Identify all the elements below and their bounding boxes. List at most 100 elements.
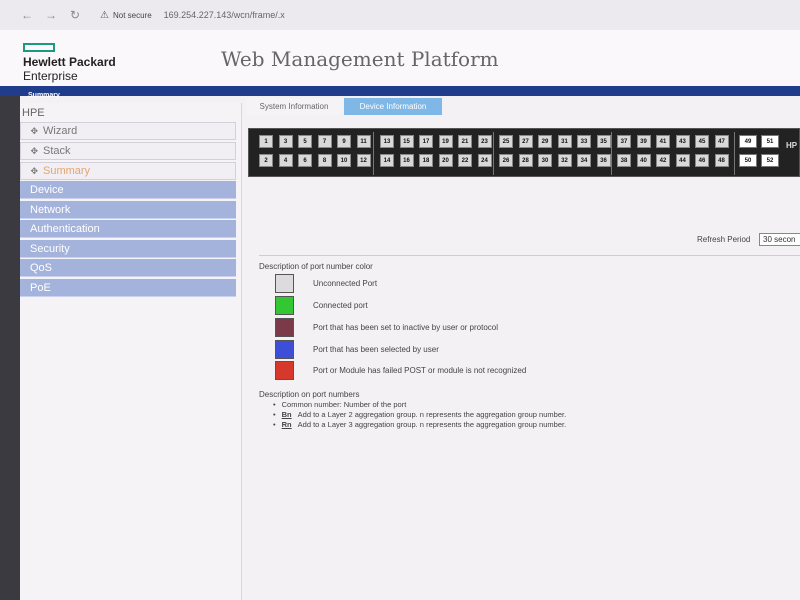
color-legend-label: Connected port xyxy=(313,301,368,310)
sidebar-item-qos[interactable]: QoS xyxy=(20,259,236,277)
port-8[interactable]: 8 xyxy=(317,154,332,167)
port-29[interactable]: 29 xyxy=(538,135,552,148)
color-swatch xyxy=(275,274,294,293)
switch-panel: HP 1 3 5 7 9 11 13 15 17 19 21 23 25 27 29 31 33 35 37 39 41… xyxy=(248,128,800,177)
sidebar-item-label: Wizard xyxy=(43,125,78,137)
security-indicator[interactable]: ⚠ Not secure xyxy=(100,10,152,21)
port-50[interactable]: 50 xyxy=(739,154,757,167)
tab-system-information[interactable]: System Information xyxy=(246,98,342,115)
port-24[interactable]: 24 xyxy=(477,154,492,167)
sidebar-item-poe[interactable]: PoE xyxy=(20,279,236,297)
expand-icon: ✥ xyxy=(30,125,38,136)
sidebar-item-device[interactable]: Device xyxy=(20,181,236,199)
port-1[interactable]: 1 xyxy=(259,135,273,148)
port-19[interactable]: 19 xyxy=(438,135,453,148)
port-25[interactable]: 25 xyxy=(499,135,513,148)
refresh-period-select[interactable]: 30 secon xyxy=(759,233,800,246)
sidebar-item-label: Stack xyxy=(43,145,71,157)
sidebar-item-security[interactable]: Security xyxy=(20,240,236,258)
port-21[interactable]: 21 xyxy=(458,135,472,148)
port-22[interactable]: 22 xyxy=(458,154,472,167)
port-18[interactable]: 18 xyxy=(419,154,433,167)
sidebar-item-label: QoS xyxy=(30,261,53,274)
port-group-divider xyxy=(611,132,612,175)
port-37[interactable]: 37 xyxy=(617,135,631,148)
color-legend-label: Port that has been set to inactive by us… xyxy=(313,323,498,332)
port-44[interactable]: 44 xyxy=(675,154,690,167)
list-item: • Common number: Number of the port xyxy=(273,400,406,409)
back-arrow-icon[interactable]: ← xyxy=(18,8,36,22)
port-code-description: Common number: Number of the port xyxy=(281,400,407,409)
divider xyxy=(259,255,800,256)
port-20[interactable]: 20 xyxy=(438,154,453,167)
expand-icon: ✥ xyxy=(30,145,38,156)
reload-icon[interactable]: ↻ xyxy=(66,8,84,22)
port-2[interactable]: 2 xyxy=(259,154,273,167)
forward-arrow-icon[interactable]: → xyxy=(42,8,60,22)
tab-device-information[interactable]: Device Information xyxy=(344,98,442,115)
port-4[interactable]: 4 xyxy=(278,154,293,167)
page-header: Hewlett Packard Enterprise Web Managemen… xyxy=(0,30,800,86)
port-49[interactable]: 49 xyxy=(739,135,757,148)
port-12[interactable]: 12 xyxy=(356,154,371,167)
sidebar-item-label: Network xyxy=(30,203,71,216)
port-46[interactable]: 46 xyxy=(695,154,709,167)
port-27[interactable]: 27 xyxy=(518,135,533,148)
browser-toolbar: ← → ↻ ⚠ Not secure 169.254.227.143/wcn/f… xyxy=(0,0,800,30)
port-36[interactable]: 36 xyxy=(596,154,611,167)
security-text: Not secure xyxy=(112,10,152,20)
port-10[interactable]: 10 xyxy=(337,154,351,167)
port-48[interactable]: 48 xyxy=(714,154,729,167)
port-51[interactable]: 51 xyxy=(761,135,779,148)
port-5[interactable]: 5 xyxy=(298,135,312,148)
port-23[interactable]: 23 xyxy=(477,135,492,148)
page-title: Web Management Platform xyxy=(221,47,499,71)
port-14[interactable]: 14 xyxy=(380,154,394,167)
port-31[interactable]: 31 xyxy=(557,135,572,148)
port-13[interactable]: 13 xyxy=(380,135,394,148)
port-code: Rn xyxy=(281,420,292,429)
sidebar-item-summary[interactable]: ✥ Summary xyxy=(20,162,236,180)
port-26[interactable]: 26 xyxy=(499,154,513,167)
port-38[interactable]: 38 xyxy=(617,154,631,167)
warning-icon: ⚠ xyxy=(100,9,109,21)
color-swatch xyxy=(275,318,294,337)
color-swatch xyxy=(275,340,294,359)
port-9[interactable]: 9 xyxy=(337,135,351,148)
port-41[interactable]: 41 xyxy=(656,135,670,148)
port-43[interactable]: 43 xyxy=(675,135,690,148)
port-47[interactable]: 47 xyxy=(714,135,729,148)
port-11[interactable]: 11 xyxy=(356,135,371,148)
port-52[interactable]: 52 xyxy=(761,154,779,167)
color-swatch xyxy=(275,361,294,380)
port-32[interactable]: 32 xyxy=(557,154,572,167)
port-16[interactable]: 16 xyxy=(399,154,414,167)
logo-text-line1: Hewlett Packard xyxy=(23,55,116,69)
sidebar-title: HPE xyxy=(22,107,45,119)
color-legend-label: Port or Module has failed POST or module… xyxy=(313,366,527,375)
sidebar-item-wizard[interactable]: ✥ Wizard xyxy=(20,122,236,140)
port-7[interactable]: 7 xyxy=(317,135,332,148)
color-legend-label: Unconnected Port xyxy=(313,279,378,288)
port-group-divider xyxy=(734,132,735,175)
bullet-icon: • xyxy=(273,400,276,409)
sidebar-item-network[interactable]: Network xyxy=(20,201,236,219)
sidebar-item-authentication[interactable]: Authentication xyxy=(20,220,236,238)
port-30[interactable]: 30 xyxy=(538,154,552,167)
port-15[interactable]: 15 xyxy=(399,135,414,148)
port-17[interactable]: 17 xyxy=(419,135,433,148)
port-33[interactable]: 33 xyxy=(577,135,591,148)
port-34[interactable]: 34 xyxy=(577,154,591,167)
color-legend-label: Port that has been selected by user xyxy=(313,345,439,354)
port-40[interactable]: 40 xyxy=(636,154,651,167)
port-42[interactable]: 42 xyxy=(656,154,670,167)
sidebar-item-stack[interactable]: ✥ Stack xyxy=(20,142,236,160)
port-45[interactable]: 45 xyxy=(695,135,709,148)
address-bar[interactable]: 169.254.227.143/wcn/frame/.x xyxy=(164,10,285,20)
port-28[interactable]: 28 xyxy=(518,154,533,167)
port-group-divider xyxy=(373,132,374,175)
port-6[interactable]: 6 xyxy=(298,154,312,167)
port-35[interactable]: 35 xyxy=(596,135,611,148)
port-3[interactable]: 3 xyxy=(278,135,293,148)
port-39[interactable]: 39 xyxy=(636,135,651,148)
